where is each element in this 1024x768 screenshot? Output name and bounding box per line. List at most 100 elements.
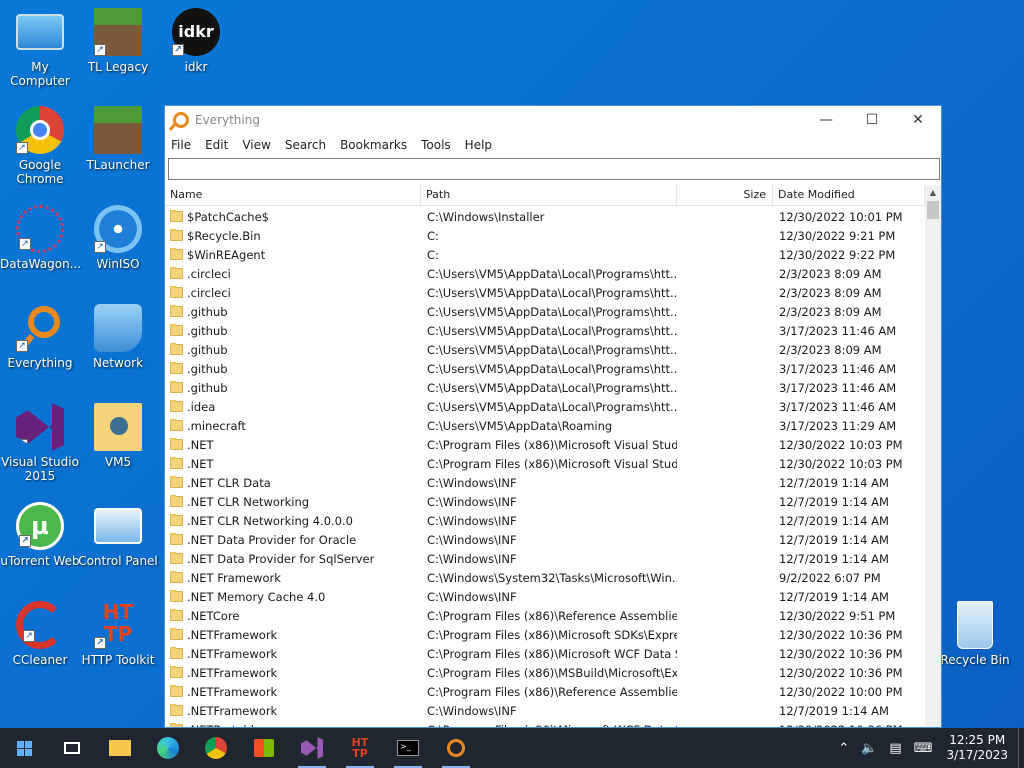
desktop-icon-my-computer[interactable]: My Computer — [0, 8, 80, 88]
folder-icon — [170, 684, 183, 697]
result-row[interactable]: .NETPortableC:\Program Files (x86)\Micro… — [165, 720, 927, 727]
result-row[interactable]: $Recycle.Bin C: 12/30/2022 9:21 PM — [165, 226, 927, 245]
search-input[interactable] — [168, 158, 940, 180]
result-row[interactable]: .github C:\Users\VM5\AppData\Local\Progra… — [165, 302, 927, 321]
desktop-icon-visual-studio[interactable]: ↗ Visual Studio 2015 — [0, 403, 80, 483]
desktop-icon-vm5[interactable]: VM5 — [78, 403, 158, 469]
menu-view[interactable]: View — [242, 138, 270, 152]
column-header-name[interactable]: Name — [165, 183, 421, 206]
taskbar-store[interactable] — [240, 728, 288, 768]
column-header-path[interactable]: Path — [421, 183, 677, 206]
menu-search[interactable]: Search — [285, 138, 326, 152]
result-name: .github — [187, 323, 228, 338]
start-button[interactable] — [0, 728, 48, 768]
result-date-modified: 12/30/2022 9:22 PM — [779, 247, 896, 262]
task-view-button[interactable] — [48, 728, 96, 768]
show-desktop-button[interactable] — [1018, 728, 1024, 768]
result-name-cell: .github — [165, 361, 421, 376]
taskbar-file-explorer[interactable] — [96, 728, 144, 768]
result-date-modified: 12/30/2022 10:03 PM — [779, 437, 903, 452]
close-button[interactable]: ✕ — [895, 106, 941, 134]
idkr-icon: idkr ↗ — [172, 8, 220, 56]
result-row[interactable]: .github C:\Users\VM5\AppData\Local\Progra… — [165, 359, 927, 378]
maximize-button[interactable]: ☐ — [849, 106, 895, 134]
menu-tools[interactable]: Tools — [421, 138, 451, 152]
scroll-up-icon[interactable]: ▲ — [925, 185, 941, 201]
result-row[interactable]: .NET Memory Cache 4.0 C:\Windows\INF 12/7/… — [165, 587, 927, 606]
desktop-icon-utorrent[interactable]: µ ↗ uTorrent Web — [0, 502, 80, 568]
result-row[interactable]: .NET Framework C:\Windows\System32\Tasks\… — [165, 568, 927, 587]
result-row[interactable]: .NETFramework C:\Program Files (x86)\Micr… — [165, 625, 927, 644]
scrollbar-thumb[interactable] — [927, 201, 939, 219]
result-row[interactable]: .NETCore C:\Program Files (x86)\Reference… — [165, 606, 927, 625]
desktop-icon-label: DataWagon... — [0, 257, 82, 271]
result-row[interactable]: .github C:\Users\VM5\AppData\Local\Progra… — [165, 378, 927, 397]
menu-bookmarks[interactable]: Bookmarks — [340, 138, 407, 152]
desktop-icon-everything[interactable]: ↗ Everything — [0, 304, 80, 370]
desktop-icon-datawagon[interactable]: ↗ DataWagon... — [0, 205, 82, 271]
result-date-modified: 12/7/2019 1:14 AM — [779, 532, 889, 547]
menu-help[interactable]: Help — [465, 138, 492, 152]
result-row[interactable]: .github C:\Users\VM5\AppData\Local\Progra… — [165, 340, 927, 359]
chevron-up-icon[interactable]: ⌃ — [838, 741, 849, 756]
desktop-icon-ccleaner[interactable]: ↗ CCleaner — [0, 601, 80, 667]
result-name: .github — [187, 342, 228, 357]
result-name: .NETFramework — [187, 684, 278, 699]
result-row[interactable]: .NET Data Provider for Oracle C:\Windows\… — [165, 530, 927, 549]
result-row[interactable]: .NETFramework C:\Program Files (x86)\MSBu… — [165, 663, 927, 682]
result-row[interactable]: .github C:\Users\VM5\AppData\Local\Progra… — [165, 321, 927, 340]
taskbar-clock[interactable]: 12:25 PM 3/17/2023 — [946, 733, 1008, 763]
desktop-icon-winiso[interactable]: ↗ WinISO — [78, 205, 158, 271]
result-name-cell: .NET CLR Networking — [165, 494, 421, 509]
result-row[interactable]: .circleci C:\Users\VM5\AppData\Local\Prog… — [165, 264, 927, 283]
result-row[interactable]: .NETFramework C:\Program Files (x86)\Micr… — [165, 644, 927, 663]
result-row[interactable]: .circleci C:\Users\VM5\AppData\Local\Prog… — [165, 283, 927, 302]
taskbar-edge[interactable] — [144, 728, 192, 768]
taskbar-http-toolkit[interactable]: HT TP — [336, 728, 384, 768]
result-row[interactable]: $WinREAgent C: 12/30/2022 9:22 PM — [165, 245, 927, 264]
result-name-cell: .github — [165, 380, 421, 395]
desktop-icon-tlauncher[interactable]: TLauncher — [78, 106, 158, 172]
desktop-icon-recycle-bin[interactable]: Recycle Bin — [935, 601, 1015, 667]
result-row[interactable]: .NET C:\Program Files (x86)\Microsoft Vis… — [165, 454, 927, 473]
folder-icon — [170, 608, 183, 621]
folder-icon — [170, 475, 183, 488]
result-date-modified: 12/30/2022 9:51 PM — [779, 608, 896, 623]
minimize-button[interactable]: — — [803, 106, 849, 134]
desktop-icon-control-panel[interactable]: Control Panel — [78, 502, 158, 568]
result-row[interactable]: .NET Data Provider for SqlServer C:\Windo… — [165, 549, 927, 568]
result-row[interactable]: $PatchCache$ C:\Windows\Installer 12/30/20… — [165, 207, 927, 226]
desktop-icon-google-chrome[interactable]: ↗ Google Chrome — [0, 106, 80, 186]
keyboard-icon[interactable]: ⌨ — [914, 741, 933, 756]
result-path: C:\Windows\INF — [427, 589, 517, 604]
taskbar-visual-studio[interactable] — [288, 728, 336, 768]
desktop-icon-tl-legacy[interactable]: ↗ TL Legacy — [78, 8, 158, 74]
result-name-cell: .github — [165, 342, 421, 357]
desktop-icon-http-toolkit[interactable]: HT TP ↗ HTTP Toolkit — [78, 601, 158, 667]
desktop-icon-label: Visual Studio 2015 — [1, 455, 79, 483]
desktop-icon-network[interactable]: Network — [78, 304, 158, 370]
taskbar-chrome[interactable] — [192, 728, 240, 768]
column-header-size[interactable]: Size — [677, 183, 773, 206]
result-row[interactable]: .NET CLR Networking 4.0.0.0 C:\Windows\IN… — [165, 511, 927, 530]
menu-file[interactable]: File — [171, 138, 191, 152]
result-row[interactable]: .minecraft C:\Users\VM5\AppData\Roaming 3/… — [165, 416, 927, 435]
taskbar-terminal[interactable]: >_ — [384, 728, 432, 768]
result-date-modified: 3/17/2023 11:29 AM — [779, 418, 897, 433]
result-row[interactable]: .NET CLR Networking C:\Windows\INF 12/7/20… — [165, 492, 927, 511]
speaker-icon[interactable]: 🔈 — [861, 741, 877, 756]
result-path: C:\Windows\INF — [427, 494, 517, 509]
window-titlebar[interactable]: Everything — ☐ ✕ — [165, 106, 941, 134]
taskbar-everything[interactable] — [432, 728, 480, 768]
result-row[interactable]: .NET CLR Data C:\Windows\INF 12/7/2019 1:1… — [165, 473, 927, 492]
result-row[interactable]: .idea C:\Users\VM5\AppData\Local\Programs… — [165, 397, 927, 416]
result-row[interactable]: .NETFramework C:\Windows\INF 12/7/2019 1:1… — [165, 701, 927, 720]
folder-icon — [170, 703, 183, 716]
column-header-date-modified[interactable]: Date Modified — [773, 183, 925, 206]
desktop-icon-idkr[interactable]: idkr ↗ idkr — [156, 8, 236, 74]
network-icon[interactable]: ▤ — [889, 741, 901, 756]
vertical-scrollbar[interactable]: ▲ — [925, 185, 941, 727]
result-row[interactable]: .NET C:\Program Files (x86)\Microsoft Vis… — [165, 435, 927, 454]
menu-edit[interactable]: Edit — [205, 138, 228, 152]
result-row[interactable]: .NETFramework C:\Program Files (x86)\Refe… — [165, 682, 927, 701]
